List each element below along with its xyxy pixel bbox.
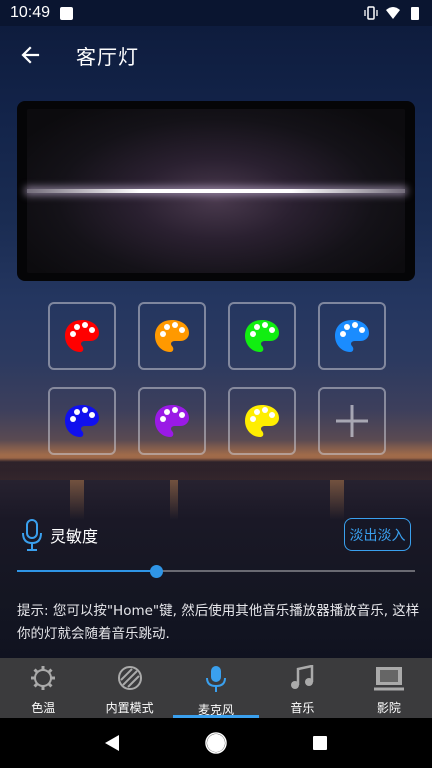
palette-icon — [335, 320, 369, 352]
status-bar: 10:49 — [0, 0, 432, 26]
tab-label: 影院 — [376, 701, 401, 715]
mic-icon — [22, 519, 42, 551]
sensitivity-slider[interactable] — [17, 565, 415, 579]
water-reflection — [330, 480, 344, 520]
vibrate-icon — [364, 6, 378, 20]
color-swatch[interactable] — [138, 302, 206, 370]
palette-icon — [65, 405, 99, 437]
bottom-tab-bar: 色温 内置模式 麦克风 音乐 影院 — [0, 658, 432, 718]
hint-text: 提示: 您可以按"Home"键, 然后使用其他音乐播放器播放音乐, 这样你的灯就… — [17, 603, 420, 642]
sensitivity-row: 灵敏度 — [20, 518, 98, 552]
tab-stripes[interactable]: 内置模式 — [86, 658, 172, 718]
color-swatch[interactable] — [138, 387, 206, 455]
palette-icon — [155, 320, 189, 352]
palette-icon — [245, 320, 279, 352]
add-color-button[interactable] — [318, 387, 386, 455]
plus-icon — [336, 405, 368, 437]
color-swatch[interactable] — [48, 302, 116, 370]
light-preview — [17, 101, 415, 281]
color-swatch[interactable] — [228, 387, 296, 455]
back-button[interactable] — [0, 26, 60, 84]
system-nav-bar — [0, 718, 432, 768]
tab-cinema[interactable]: 影院 — [346, 658, 432, 718]
color-palette-grid — [48, 302, 386, 455]
nav-back-button[interactable] — [92, 723, 132, 763]
color-swatch[interactable] — [318, 302, 386, 370]
arrow-left-icon — [21, 46, 40, 64]
tab-mic[interactable]: 麦克风 — [172, 658, 260, 718]
nav-home-button[interactable] — [196, 723, 236, 763]
tab-label: 内置模式 — [105, 701, 154, 715]
notification-icon — [60, 6, 74, 20]
cinema-icon — [373, 665, 404, 695]
app-bar: 客厅灯 — [0, 26, 432, 84]
battery-icon — [411, 7, 419, 20]
mic-icon — [205, 665, 227, 697]
palette-icon — [65, 320, 99, 352]
tab-gear[interactable]: 色温 — [0, 658, 86, 718]
palette-icon — [155, 405, 189, 437]
water-reflection — [170, 480, 178, 520]
triangle-back-icon — [105, 735, 119, 751]
status-time: 10:49 — [10, 4, 51, 21]
tab-label: 色温 — [31, 701, 56, 715]
palette-icon — [245, 405, 279, 437]
sensitivity-label: 灵敏度 — [50, 527, 99, 546]
circle-home-icon — [205, 732, 227, 754]
light-beam — [27, 189, 405, 193]
tab-music-note[interactable]: 音乐 — [259, 658, 345, 718]
gear-icon — [30, 665, 56, 695]
nav-recents-button[interactable] — [300, 723, 340, 763]
water-reflection — [70, 480, 84, 520]
tab-label: 音乐 — [290, 701, 315, 715]
color-swatch[interactable] — [48, 387, 116, 455]
slider-thumb[interactable] — [150, 565, 164, 578]
color-swatch[interactable] — [228, 302, 296, 370]
music-note-icon — [290, 664, 314, 695]
wifi-icon — [386, 7, 400, 19]
light-preview-canvas — [27, 109, 405, 273]
square-recents-icon — [313, 736, 327, 750]
page-title: 客厅灯 — [76, 44, 139, 69]
fade-in-out-button[interactable]: 淡出淡入 — [344, 518, 411, 551]
stripes-icon — [117, 665, 143, 695]
slider-fill — [17, 570, 157, 572]
